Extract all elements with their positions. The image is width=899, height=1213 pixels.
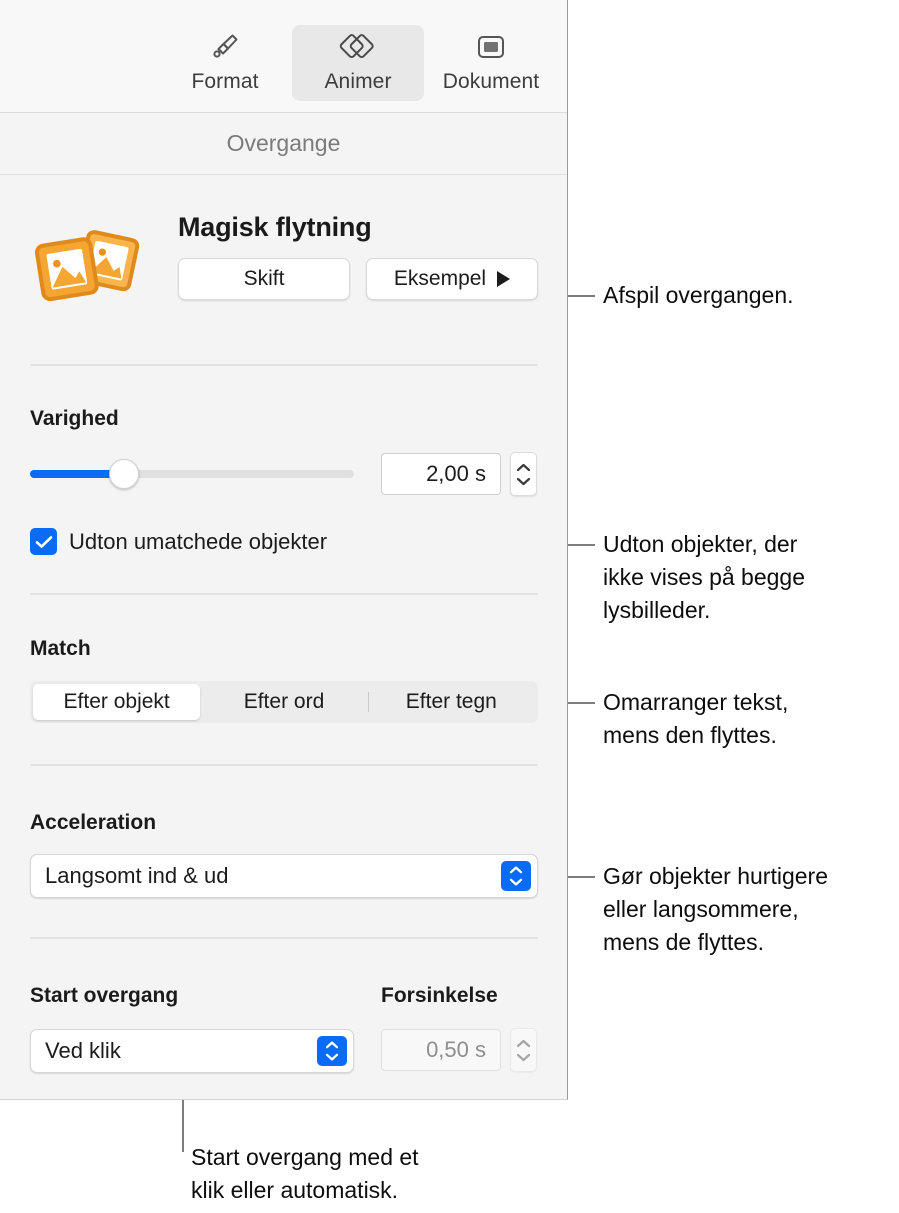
chevron-up-icon	[516, 463, 531, 471]
preview-transition-button[interactable]: Eksempel	[366, 258, 538, 300]
segment-efter-ord[interactable]: Efter ord	[200, 684, 367, 720]
match-segmented-control: Efter objekt Efter ord Efter tegn	[30, 681, 538, 723]
duration-value-field[interactable]: 2,00 s	[381, 453, 501, 495]
duration-stepper[interactable]	[510, 452, 537, 496]
fade-unmatched-objects-checkbox[interactable]: Udton umatchede objekter	[30, 528, 327, 555]
segment-efter-tegn[interactable]: Efter tegn	[367, 684, 535, 720]
delay-stepper	[510, 1028, 537, 1072]
paintbrush-icon	[208, 25, 242, 69]
inspector-tab-bar: Format Animer Dokument	[0, 0, 567, 113]
photos-transition-icon	[30, 228, 142, 312]
acceleration-value: Langsomt ind & ud	[45, 863, 229, 888]
transition-name: Magisk flytning	[178, 212, 372, 242]
callout-fade: Udton objekter, der ikke vises på begge …	[603, 531, 806, 623]
segment-efter-objekt-label: Efter objekt	[63, 690, 170, 713]
tab-animer[interactable]: Animer	[292, 25, 424, 101]
delay-value-field: 0,50 s	[381, 1029, 501, 1071]
callout-match: Omarranger tekst, mens den flyttes.	[603, 689, 789, 748]
start-transition-label: Start overgang	[30, 984, 179, 1007]
chevron-down-icon	[516, 477, 531, 485]
duration-value: 2,00 s	[426, 461, 486, 486]
duration-label: Varighed	[30, 407, 119, 430]
tab-format-label: Format	[191, 70, 259, 93]
tab-format[interactable]: Format	[159, 25, 291, 101]
acceleration-popup-button[interactable]: Langsomt ind & ud	[30, 854, 538, 898]
separator	[30, 364, 538, 366]
tab-animer-label: Animer	[324, 70, 392, 93]
checkbox-box	[30, 528, 57, 555]
change-transition-button[interactable]: Skift	[178, 258, 350, 300]
separator	[30, 764, 538, 766]
start-transition-popup-button[interactable]: Ved klik	[30, 1029, 354, 1073]
popup-chevrons-icon	[501, 861, 531, 891]
play-triangle-icon	[497, 271, 511, 287]
match-label: Match	[30, 637, 91, 660]
overlapping-diamonds-icon	[339, 25, 377, 69]
popup-chevrons-icon	[317, 1036, 347, 1066]
tab-dokument[interactable]: Dokument	[425, 25, 557, 101]
tab-dokument-label: Dokument	[442, 70, 540, 93]
callout-preview: Afspil overgangen.	[603, 282, 794, 308]
acceleration-label: Acceleration	[30, 811, 157, 834]
animate-inspector-panel: Format Animer Dokument Overgange Magisk …	[0, 0, 568, 1100]
section-header-overgange: Overgange	[0, 113, 567, 175]
document-slide-icon	[475, 25, 507, 69]
separator	[30, 937, 538, 939]
chevron-down-icon	[516, 1053, 531, 1061]
duration-slider[interactable]	[30, 459, 354, 489]
slider-thumb[interactable]	[109, 459, 139, 489]
start-transition-value: Ved klik	[45, 1038, 121, 1063]
callout-start: Start overgang med et klik eller automat…	[191, 1144, 419, 1203]
segment-efter-tegn-label: Efter tegn	[405, 690, 497, 713]
fade-unmatched-objects-label: Udton umatchede objekter	[69, 528, 328, 554]
segment-efter-objekt[interactable]: Efter objekt	[33, 684, 201, 720]
delay-value: 0,50 s	[426, 1037, 486, 1062]
separator	[30, 593, 538, 595]
chevron-up-icon	[516, 1039, 531, 1047]
checkmark-icon	[35, 535, 52, 548]
section-header-label: Overgange	[226, 130, 341, 156]
change-transition-label: Skift	[243, 267, 285, 290]
delay-label: Forsinkelse	[381, 984, 498, 1007]
transition-summary-row: Magisk flytning Skift Eksempel	[0, 196, 567, 336]
segment-efter-ord-label: Efter ord	[243, 690, 325, 713]
preview-transition-label: Eksempel	[393, 267, 487, 290]
callout-acceleration: Gør objekter hurtigere eller langsommere…	[603, 863, 828, 955]
